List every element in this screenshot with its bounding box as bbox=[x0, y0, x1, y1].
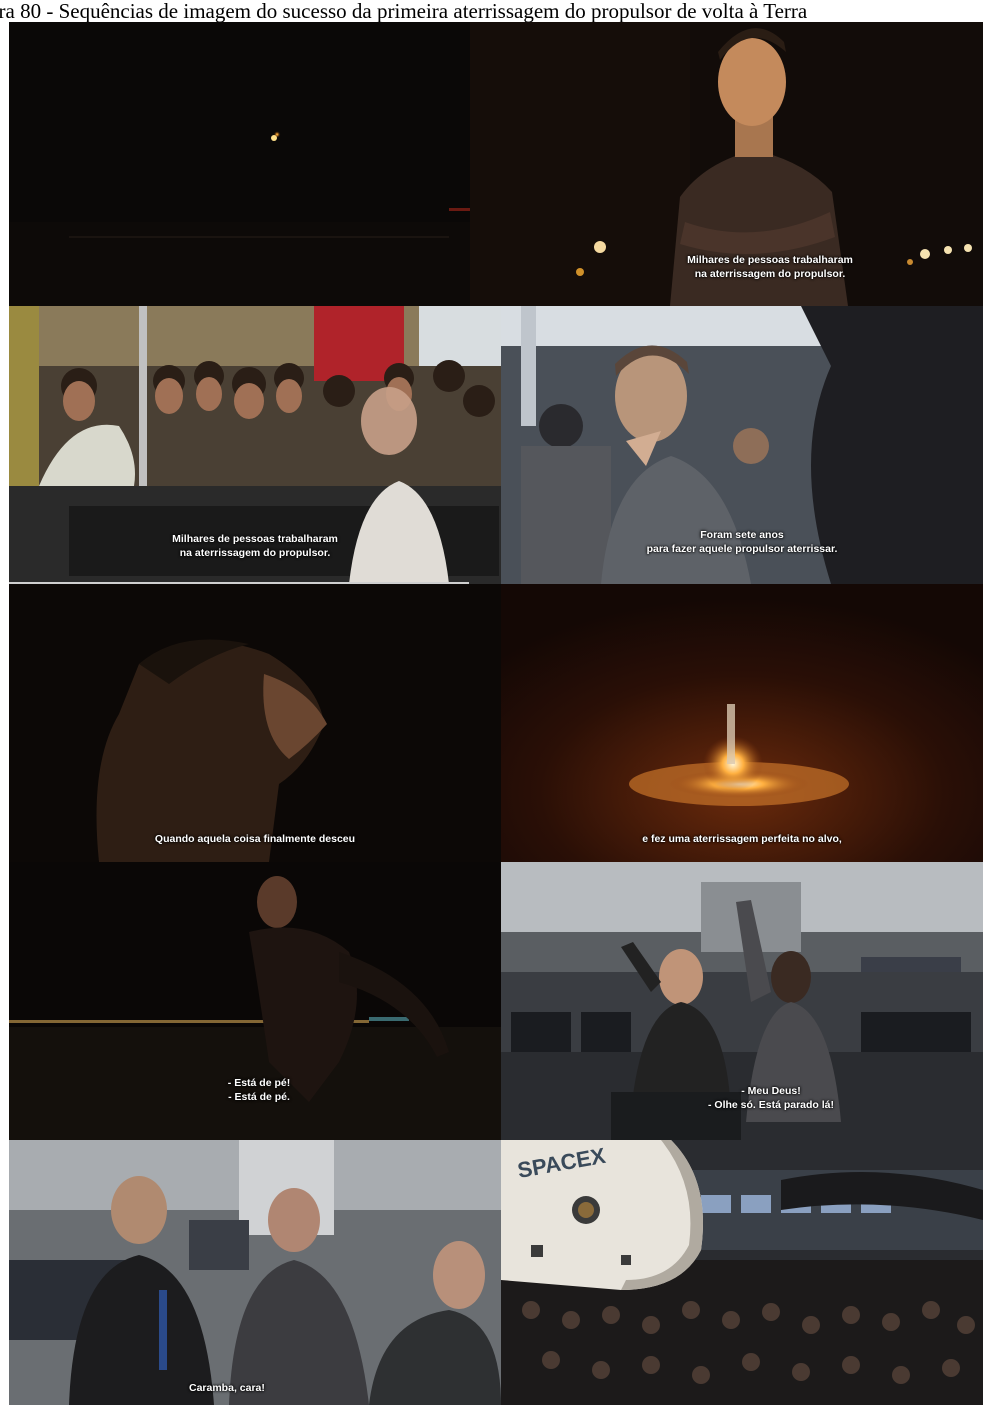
subtitle: Quando aquela coisa finalmente desceu bbox=[154, 833, 356, 845]
frame-booster-landing-flame: e fez uma aterrissagem perfeita no alvo, bbox=[501, 584, 983, 862]
frame-night-sky-light bbox=[9, 22, 470, 306]
frame-man-praying-hands: Foram sete anos para fazer aquele propul… bbox=[501, 306, 983, 584]
subtitle: - Meu Deus! - Olhe só. Está parado lá! bbox=[707, 1085, 835, 1111]
frame-profile-looking-up: Quando aquela coisa finalmente desceu bbox=[9, 584, 501, 862]
capsule-over-crowd-image: SPACEX bbox=[501, 1140, 983, 1405]
figure-caption: Figura 80 - Sequências de imagem do suce… bbox=[0, 0, 808, 22]
frame-three-men-control-room: Caramba, cara! bbox=[9, 1140, 501, 1405]
subtitle: Milhares de pessoas trabalharam na aterr… bbox=[687, 254, 853, 280]
subtitle: e fez uma aterrissagem perfeita no alvo, bbox=[642, 833, 842, 845]
three-men-control-room-image bbox=[9, 1140, 501, 1405]
subtitle: Milhares de pessoas trabalharam na aterr… bbox=[172, 533, 338, 559]
frame-capsule-over-crowd: SPACEX bbox=[501, 1140, 983, 1405]
frame-crowd-behind-glass: Milhares de pessoas trabalharam na aterr… bbox=[9, 306, 501, 584]
profile-looking-up-image bbox=[9, 584, 501, 862]
subtitle: Foram sete anos para fazer aquele propul… bbox=[646, 529, 838, 555]
frame-control-room-celebration: - Meu Deus! - Olhe só. Está parado lá! bbox=[501, 862, 983, 1140]
subtitle: - Está de pé! - Está de pé. bbox=[227, 1077, 291, 1103]
night-sky-image bbox=[9, 22, 470, 306]
frame-man-running-night: - Está de pé! - Está de pé. bbox=[9, 862, 501, 1140]
image-sequence-grid: Milhares de pessoas trabalharam na aterr… bbox=[9, 22, 983, 1405]
subtitle: Caramba, cara! bbox=[189, 1382, 265, 1394]
frame-man-looking-up: Milhares de pessoas trabalharam na aterr… bbox=[470, 22, 983, 306]
booster-landing-image bbox=[501, 584, 983, 862]
